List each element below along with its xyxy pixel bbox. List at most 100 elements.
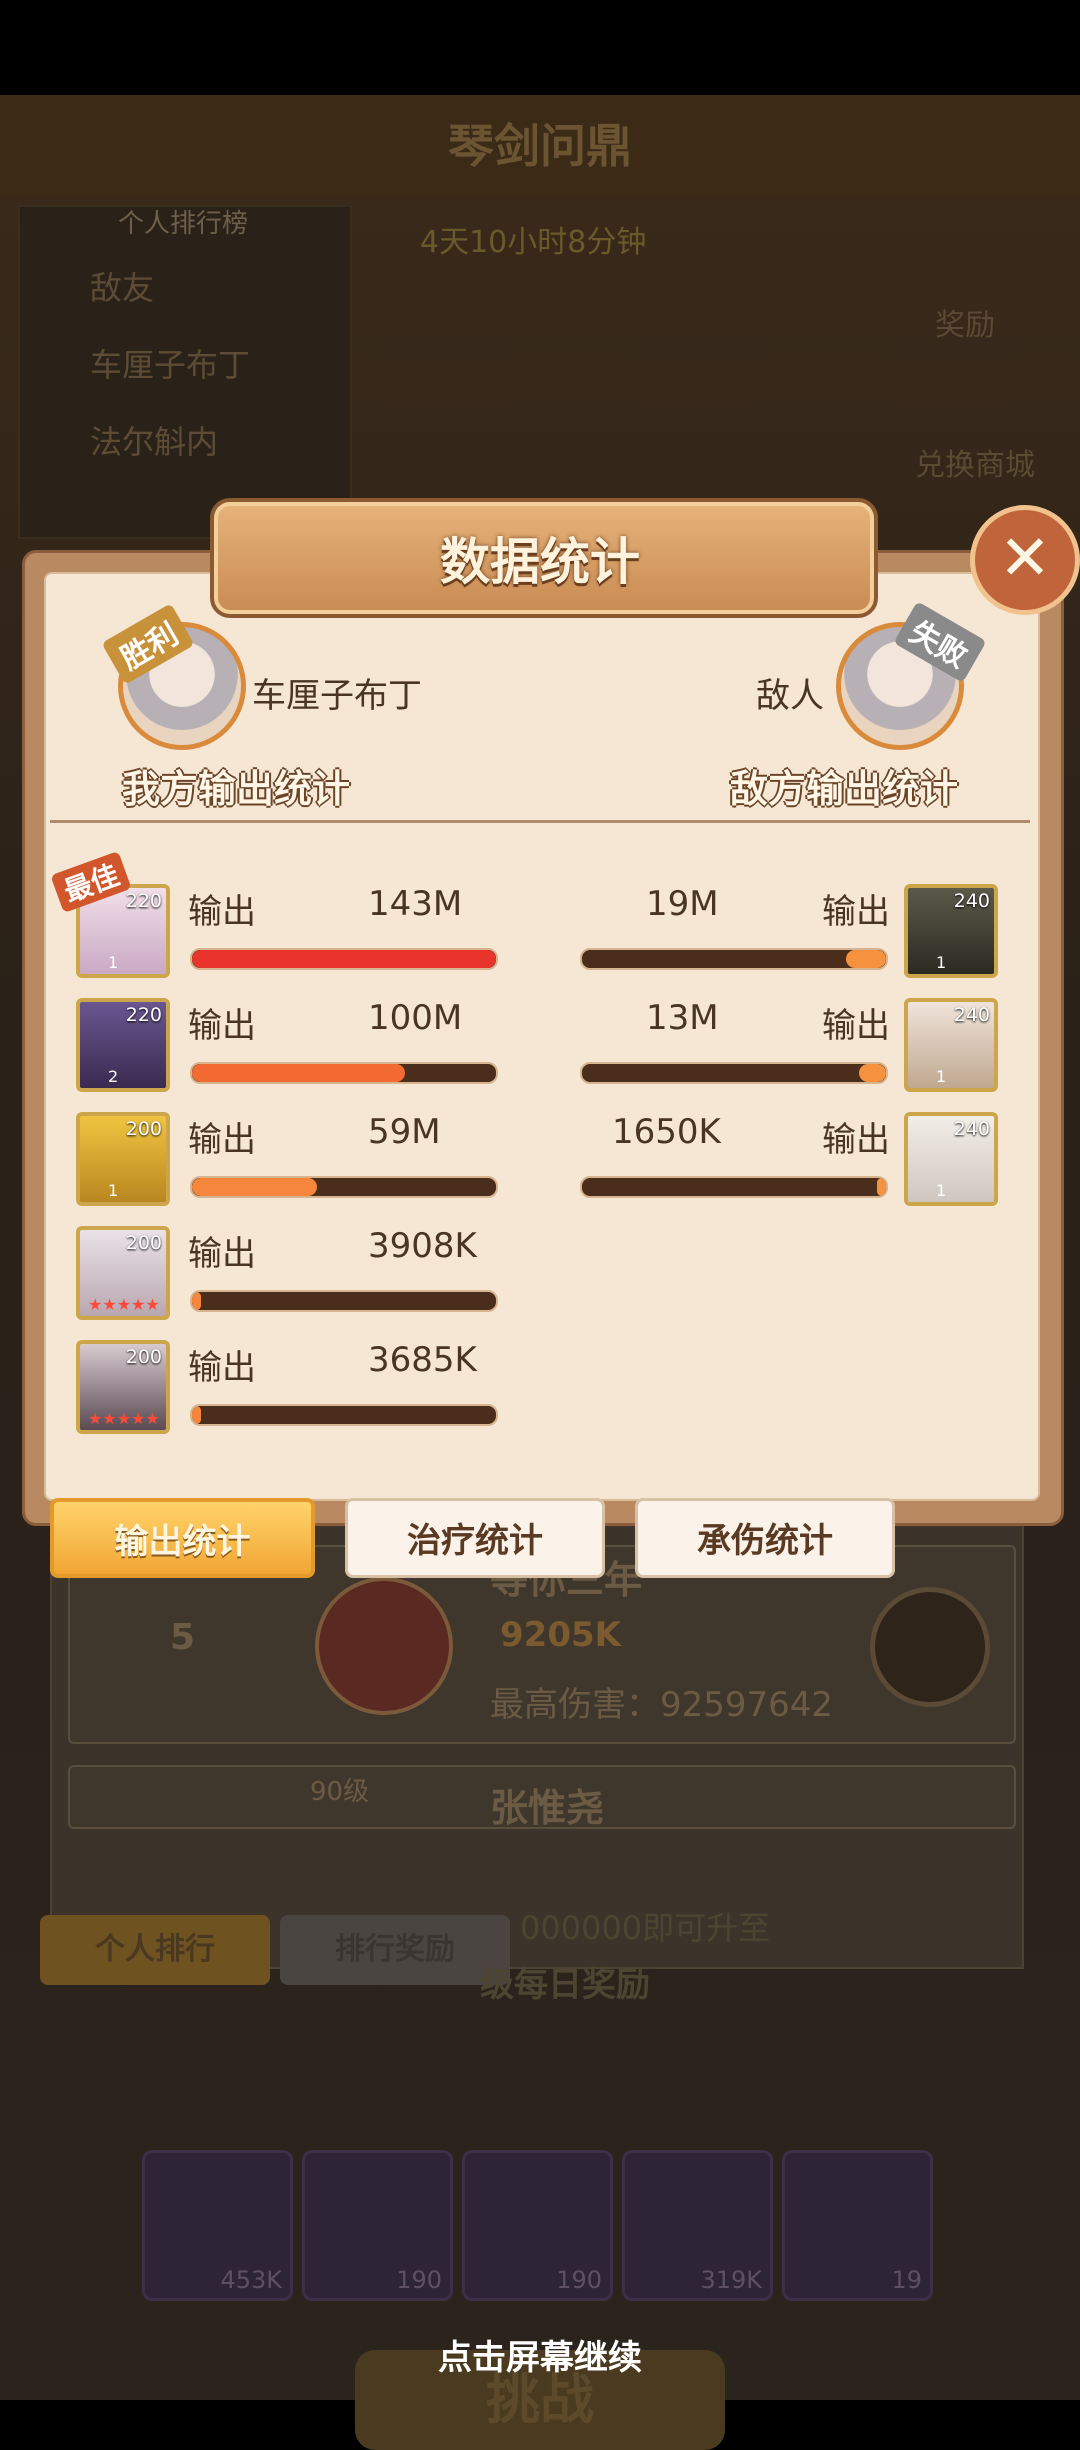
- hero-star: 1: [936, 1067, 947, 1086]
- output-bar: [190, 1290, 498, 1312]
- hero-portrait[interactable]: 200 1: [76, 1112, 170, 1206]
- hero-portrait[interactable]: 240 1: [904, 1112, 998, 1206]
- stat-label: 输出: [822, 1006, 890, 1046]
- my-output-title: 我方输出统计: [122, 767, 351, 811]
- tab-damage-taken-stats[interactable]: 承伤统计: [635, 1498, 895, 1578]
- avatar: [315, 1577, 453, 1715]
- hero-level: 240: [953, 1004, 990, 1026]
- hero-level: 200: [125, 1346, 162, 1368]
- stat-label: 输出: [822, 892, 890, 932]
- output-bar: [580, 1176, 888, 1198]
- page-title: 琴剑问鼎: [448, 119, 632, 173]
- enemy-output-title: 敌方输出统计: [730, 767, 959, 811]
- output-bar-fill: [192, 1064, 405, 1082]
- hero-level: 220: [125, 890, 162, 912]
- hero-level: 240: [953, 890, 990, 912]
- rank-number: 5: [170, 1617, 196, 1658]
- stat-value: 19M: [646, 884, 719, 924]
- output-bar-fill: [192, 1178, 317, 1196]
- hero-star: 1: [108, 1181, 119, 1200]
- resource-count: 190: [556, 2266, 602, 2294]
- rank-header: 个人排行榜: [117, 209, 248, 239]
- hero-star: ★★★★★: [88, 1295, 160, 1314]
- list-item[interactable]: 90级 张惟尧: [68, 1765, 1016, 1829]
- tab-output-stats[interactable]: 输出统计: [50, 1498, 315, 1578]
- hero-row: 200 ★★★★★ 输出 3908K: [76, 1226, 500, 1326]
- output-bar: [190, 1404, 498, 1426]
- output-bar-fill: [192, 1292, 202, 1310]
- stat-value: 143M: [368, 884, 463, 924]
- event-timer: 4天10小时8分钟: [420, 225, 647, 260]
- hero-portrait[interactable]: 220 2: [76, 998, 170, 1092]
- resource-count: 453K: [220, 2266, 282, 2294]
- resource-count: 19: [891, 2266, 922, 2294]
- hero-row: 220 1 输出 143M: [76, 884, 500, 984]
- tab-personal-rank[interactable]: 个人排行: [40, 1915, 270, 1985]
- output-bar: [190, 948, 498, 970]
- shop-button[interactable]: 兑换商城: [915, 440, 1035, 484]
- output-bar-fill: [192, 950, 496, 968]
- output-bar: [190, 1062, 498, 1084]
- output-bar-fill: [846, 950, 886, 968]
- hero-row: 200 ★★★★★ 输出 3685K: [76, 1340, 500, 1440]
- hero-row: 13M 输出 240 1: [578, 998, 1008, 1098]
- modal-title: 数据统计: [440, 533, 640, 591]
- my-player-name: 车厘子布丁: [252, 676, 422, 716]
- output-bar-fill: [858, 1064, 886, 1082]
- player-name: 张惟尧: [490, 1786, 605, 1829]
- resource-slot[interactable]: 190: [462, 2150, 613, 2301]
- replay-icon[interactable]: [870, 1587, 990, 1707]
- stat-label: 输出: [188, 1234, 256, 1274]
- rank-row: 车厘子布丁: [90, 346, 251, 384]
- stat-value: 100M: [368, 998, 463, 1038]
- stat-value: 1650K: [612, 1112, 721, 1152]
- hero-star: 1: [936, 1181, 947, 1200]
- hero-level: 220: [125, 1004, 162, 1026]
- hero-level: 240: [953, 1118, 990, 1140]
- output-bar: [190, 1176, 498, 1198]
- hero-portrait[interactable]: 240 1: [904, 998, 998, 1092]
- hero-star: 2: [108, 1067, 119, 1086]
- hero-level: 200: [125, 1232, 162, 1254]
- output-bar-fill: [192, 1406, 202, 1424]
- output-bar: [580, 948, 888, 970]
- resource-slot[interactable]: 190: [302, 2150, 453, 2301]
- close-icon[interactable]: ✕: [970, 505, 1080, 615]
- hero-row: 220 2 输出 100M: [76, 998, 500, 1098]
- hero-level: 200: [125, 1118, 162, 1140]
- max-damage: 最高伤害：92597642: [490, 1685, 834, 1725]
- stat-value: 13M: [646, 998, 719, 1038]
- stat-label: 输出: [188, 1120, 256, 1160]
- hero-portrait[interactable]: 200 ★★★★★: [76, 1226, 170, 1320]
- promo-text-2: 级每日奖励: [480, 1965, 650, 2005]
- rank-row: 法尔斛内: [90, 423, 219, 461]
- hero-star: 1: [108, 953, 119, 972]
- stat-value: 59M: [368, 1112, 441, 1152]
- hero-star: 1: [936, 953, 947, 972]
- tab-rank-reward[interactable]: 排行奖励: [280, 1915, 510, 1985]
- stat-label: 输出: [822, 1120, 890, 1160]
- tab-healing-stats[interactable]: 治疗统计: [345, 1498, 605, 1578]
- stat-value: 3908K: [368, 1226, 477, 1266]
- rank-row: 敌友: [90, 269, 155, 307]
- power-value: 9205K: [500, 1615, 621, 1655]
- stat-value: 3685K: [368, 1340, 477, 1380]
- output-bar-fill: [876, 1178, 886, 1196]
- output-bar: [580, 1062, 888, 1084]
- hero-star: ★★★★★: [88, 1409, 160, 1428]
- hero-row: 1650K 输出 240 1: [578, 1112, 1008, 1212]
- tap-to-continue[interactable]: 点击屏幕继续: [0, 2330, 1080, 2379]
- resource-slot[interactable]: 319K: [622, 2150, 773, 2301]
- divider: [50, 820, 1030, 823]
- stat-label: 输出: [188, 892, 256, 932]
- resource-count: 319K: [700, 2266, 762, 2294]
- hero-portrait[interactable]: 240 1: [904, 884, 998, 978]
- resource-slot[interactable]: 19: [782, 2150, 933, 2301]
- stat-label: 输出: [188, 1006, 256, 1046]
- resource-slot[interactable]: 453K: [142, 2150, 293, 2301]
- reward-button[interactable]: 奖励: [935, 300, 995, 344]
- hero-row: 19M 输出 240 1: [578, 884, 1008, 984]
- player-level: 90级: [310, 1777, 370, 1807]
- hero-portrait[interactable]: 200 ★★★★★: [76, 1340, 170, 1434]
- stat-label: 输出: [188, 1348, 256, 1388]
